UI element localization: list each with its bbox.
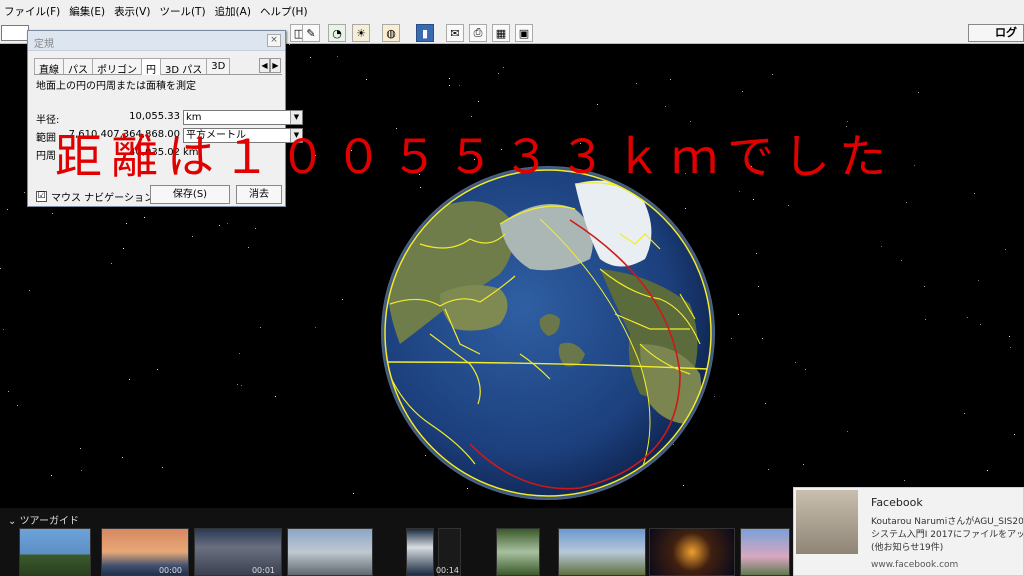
menu-view[interactable]: 表示(V) [114,4,150,19]
menu-edit[interactable]: 編集(E) [69,4,105,19]
dialog-titlebar[interactable]: 定規 × [28,31,285,51]
facebook-notification[interactable]: Facebook Koutarou NarumiさんがAGU_SIS2017 シ… [793,487,1024,576]
menu-tools[interactable]: ツール(T) [159,4,205,19]
tour-thumbnail[interactable]: 00:00 [101,528,189,576]
clear-button[interactable]: 消去 [236,185,282,204]
maps-icon[interactable]: ▦ [492,24,510,42]
tour-thumbnail[interactable] [496,528,540,576]
tour-guide-title: ツアーガイド [19,516,79,527]
tour-time: 00:00 [158,566,182,575]
tour-thumbnail[interactable] [19,528,91,576]
tab-polygon[interactable]: ポリゴン [92,58,142,76]
notification-line: Koutarou NarumiさんがAGU_SIS2017 [871,517,1023,527]
tour-icon[interactable]: ✎ [302,24,320,42]
dialog-description: 地面上の円の円周または面積を測定 [36,81,196,92]
mouse-nav-row[interactable]: ☑ マウス ナビゲーション [36,189,154,204]
tour-thumbnail[interactable] [287,528,373,576]
tour-guide-label[interactable]: ⌄ ツアーガイド [8,512,79,527]
notification-title: Facebook [871,496,923,509]
dialog-title: 定規 [34,39,54,50]
tab-path[interactable]: パス [63,58,93,76]
menu-add[interactable]: 追加(A) [215,4,251,19]
tour-thumbnail[interactable] [558,528,646,576]
tab-circle[interactable]: 円 [141,58,161,76]
tour-thumbnail[interactable] [740,528,790,576]
close-icon[interactable]: × [267,34,281,47]
mouse-nav-label: マウス ナビゲーション [51,193,154,204]
tour-thumbnail[interactable] [649,528,735,576]
print-icon[interactable]: ⎙ [469,24,487,42]
menu-bar: ファイル(F) 編集(E) 表示(V) ツール(T) 追加(A) ヘルプ(H) [0,0,1024,22]
email-icon[interactable]: ✉ [446,24,464,42]
tour-time: 00:01 [251,566,275,575]
mouse-nav-checkbox[interactable]: ☑ [36,191,47,202]
tab-line[interactable]: 直線 [34,58,64,76]
notification-line: (他お知らせ19件) [871,543,944,553]
save-button[interactable]: 保存(S) [150,185,230,204]
notification-url: www.facebook.com [871,560,959,570]
save-image-icon[interactable]: ▣ [515,24,533,42]
scroll-right-icon[interactable]: ▶ [270,58,281,73]
notification-line: システム入門I 2017にファイルをアップロードし [871,530,1023,540]
menu-help[interactable]: ヘルプ(H) [260,4,308,19]
tour-thumbnail[interactable]: 00:01 [194,528,282,576]
planet-icon[interactable]: ◍ [382,24,400,42]
menu-file[interactable]: ファイル(F) [4,4,60,19]
search-input[interactable] [1,25,29,41]
circumference-label: 円周 [36,151,56,162]
tour-time: 00:14 [435,566,459,575]
login-button[interactable]: ログ [968,24,1024,42]
tab-scroll: ◀ ▶ [259,58,281,73]
scroll-left-icon[interactable]: ◀ [259,58,270,73]
distance-annotation: 距離は１００５５３３ｋｍでした [55,130,895,185]
sun-icon[interactable]: ☀ [352,24,370,42]
tab-3d-path[interactable]: 3D パス [160,58,208,76]
area-label: 範囲 [36,133,56,144]
tab-3d-polygon[interactable]: 3D [206,58,231,74]
history-icon[interactable]: ◔ [328,24,346,42]
ruler-icon[interactable]: ▮ [416,24,434,42]
tour-thumbnail[interactable] [406,528,434,576]
tour-thumbnail[interactable]: 00:14 [435,528,461,576]
notification-body: Koutarou NarumiさんがAGU_SIS2017 システム入門I 20… [871,516,1023,555]
avatar [796,490,858,554]
ruler-tabs: 直線 パス ポリゴン 円 3D パス 3D [34,58,282,76]
